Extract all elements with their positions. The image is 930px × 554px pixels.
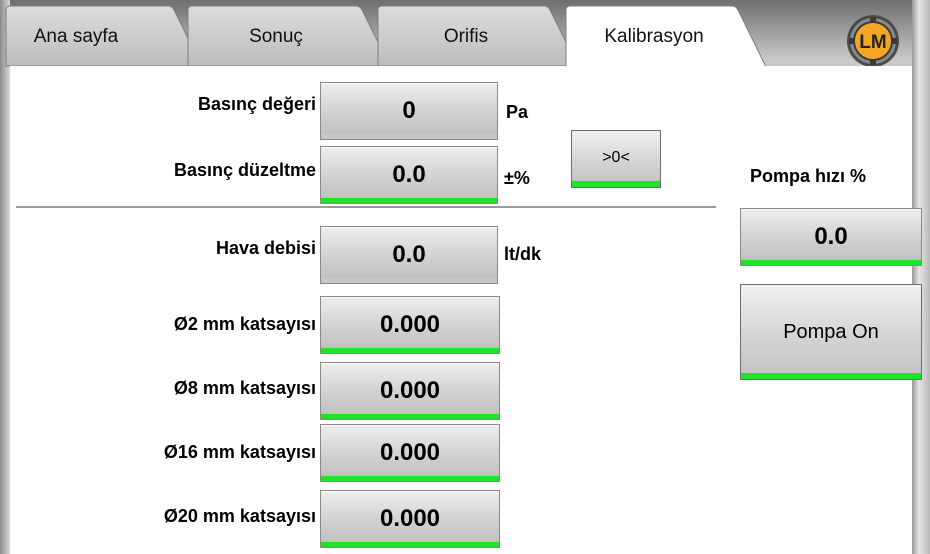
pressure-label: Basınç değeri [197,94,316,114]
pressure-unit: Pa [506,102,529,122]
coefficient-field[interactable]: 0.000 [320,296,500,354]
pump-speed-field[interactable]: 0.0 [740,208,922,266]
window-right-edge [912,0,930,554]
coefficient-value: 0.000 [379,311,441,338]
air-flow-unit: lt/dk [504,244,542,264]
pressure-correction-value: 0.0 [392,161,426,188]
tab-kalibrasyon[interactable]: Kalibrasyon [565,5,767,68]
coefficient-indicator-bar [321,348,499,353]
section-divider [16,206,716,208]
pump-on-indicator-bar [741,373,921,379]
tab-orifis[interactable]: Orifis [377,5,579,67]
pressure-correction-indicator-bar [321,198,497,203]
coefficient-indicator-bar [321,476,499,481]
coefficient-field[interactable]: 0.000 [320,490,500,548]
pump-speed-value: 0.0 [814,223,848,250]
tab-label: Sonuç [249,26,303,47]
pump-on-button-label: Pompa On [783,320,879,343]
coefficient-value: 0.000 [379,377,441,404]
coefficient-label: Ø2 mm katsayısı [173,314,316,334]
coefficient-value: 0.000 [379,439,441,466]
tab-ana-sayfa[interactable]: Ana sayfa [5,5,203,67]
coefficient-label: Ø16 mm katsayısı [163,442,316,462]
pump-speed-label: Pompa hızı % [750,166,867,186]
tab-label: Kalibrasyon [604,26,704,47]
tab-sonuc[interactable]: Sonuç [187,5,391,67]
pressure-value: 0 [402,97,416,124]
zero-button[interactable]: >0< [571,130,661,188]
zero-button-label: >0< [602,149,630,166]
coefficient-field[interactable]: 0.000 [320,362,500,420]
window-left-edge [0,0,10,554]
coefficient-value: 0.000 [379,505,441,532]
coefficient-field[interactable]: 0.000 [320,424,500,482]
air-flow-indicator-bar [321,278,497,283]
lm-logo-icon: LM [846,14,900,68]
air-flow-label: Hava debisi [215,238,316,258]
tab-label: Orifis [443,26,489,47]
zero-button-indicator-bar [572,181,660,187]
pressure-correction-label: Basınç düzeltme [173,160,316,180]
air-flow-value: 0.0 [392,241,426,268]
air-flow-field: 0.0 [320,226,498,284]
pressure-indicator-bar [321,134,497,139]
pressure-value-field: 0 [320,82,498,140]
tab-strip: Ana sayfa Sonuç Orifis Kalibrasyon [0,0,930,68]
tab-label: Ana sayfa [33,26,119,47]
logo-text: LM [859,32,886,53]
coefficient-indicator-bar [321,542,499,547]
calibration-panel: Basınç değeri 0 Pa Basınç düzeltme 0.0 ±… [10,66,922,554]
coefficient-label: Ø20 mm katsayısı [163,506,316,526]
pressure-correction-field[interactable]: 0.0 [320,146,498,204]
coefficient-indicator-bar [321,414,499,419]
pump-speed-indicator-bar [741,260,921,265]
coefficient-label: Ø8 mm katsayısı [173,378,316,398]
pump-on-button[interactable]: Pompa On [740,284,922,380]
pressure-correction-unit: ±% [504,168,530,188]
